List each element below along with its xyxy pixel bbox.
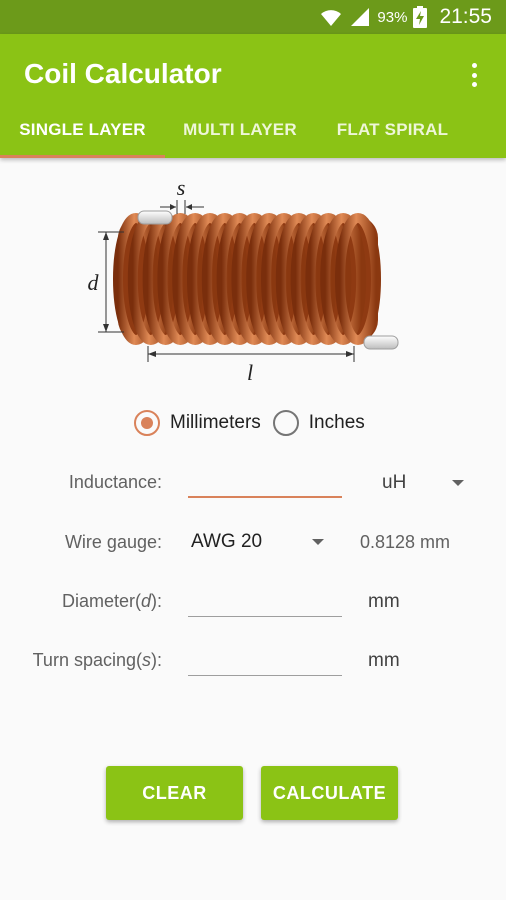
app-bar: Coil Calculator SINGLE LAYER MULTI LAYER… bbox=[0, 34, 506, 158]
radio-millimeters-label[interactable]: Millimeters bbox=[170, 412, 261, 434]
overflow-dot-icon bbox=[471, 82, 477, 87]
diameter-unit: mm bbox=[368, 591, 400, 612]
battery-charging-icon bbox=[413, 6, 428, 28]
status-icons: 93% 21:55 bbox=[319, 0, 492, 34]
clear-button[interactable]: CLEAR bbox=[106, 766, 243, 820]
units-radio-group: Millimeters Inches bbox=[134, 408, 377, 438]
calculate-button[interactable]: CALCULATE bbox=[261, 766, 398, 820]
status-bar: 93% 21:55 bbox=[0, 0, 506, 34]
overflow-menu-button[interactable] bbox=[462, 60, 486, 90]
radio-millimeters[interactable] bbox=[134, 410, 160, 436]
chevron-down-icon bbox=[312, 539, 324, 545]
tab-multi-layer[interactable]: MULTI LAYER bbox=[165, 120, 315, 158]
inductance-unit-value: uH bbox=[382, 472, 407, 493]
turn-spacing-unit: mm bbox=[368, 650, 400, 671]
coil-turns bbox=[113, 213, 381, 345]
inductance-input[interactable] bbox=[188, 472, 342, 498]
dim-d-label: d bbox=[88, 270, 100, 295]
coil-lead-right bbox=[363, 335, 399, 350]
active-tab-indicator bbox=[0, 155, 165, 158]
wire-gauge-value: AWG 20 bbox=[191, 531, 263, 552]
coil-lead-left bbox=[137, 210, 173, 225]
inductance-label: Inductance: bbox=[68, 472, 162, 492]
cellular-signal-icon bbox=[351, 8, 370, 26]
diameter-label: Diameter(d): bbox=[61, 591, 162, 611]
turn-spacing-label: Turn spacing(s): bbox=[32, 650, 162, 670]
tab-single-layer[interactable]: SINGLE LAYER bbox=[0, 120, 165, 158]
wire-diameter-value: 0.8128 mm bbox=[360, 532, 451, 552]
diameter-input[interactable] bbox=[188, 591, 342, 617]
wire-gauge-dropdown[interactable]: AWG 20 bbox=[188, 524, 338, 558]
inductance-unit-dropdown[interactable]: uH bbox=[370, 466, 474, 500]
chevron-down-icon bbox=[452, 480, 464, 486]
overflow-dot-icon bbox=[471, 63, 477, 68]
overflow-dot-icon bbox=[471, 72, 477, 78]
dim-s-label: s bbox=[177, 175, 186, 200]
dim-l-label: l bbox=[247, 360, 253, 385]
clock: 21:55 bbox=[439, 5, 492, 28]
wifi-icon bbox=[321, 10, 342, 26]
wire-gauge-label: Wire gauge: bbox=[64, 532, 162, 552]
turn-spacing-input[interactable] bbox=[188, 650, 342, 676]
radio-inches-label[interactable]: Inches bbox=[309, 412, 365, 434]
tab-flat-spiral[interactable]: FLAT SPIRAL bbox=[315, 120, 470, 158]
app-title: Coil Calculator bbox=[24, 58, 222, 89]
battery-percent: 93% bbox=[377, 8, 408, 26]
radio-inches[interactable] bbox=[272, 410, 299, 436]
coil-diagram: s d l bbox=[88, 175, 399, 385]
